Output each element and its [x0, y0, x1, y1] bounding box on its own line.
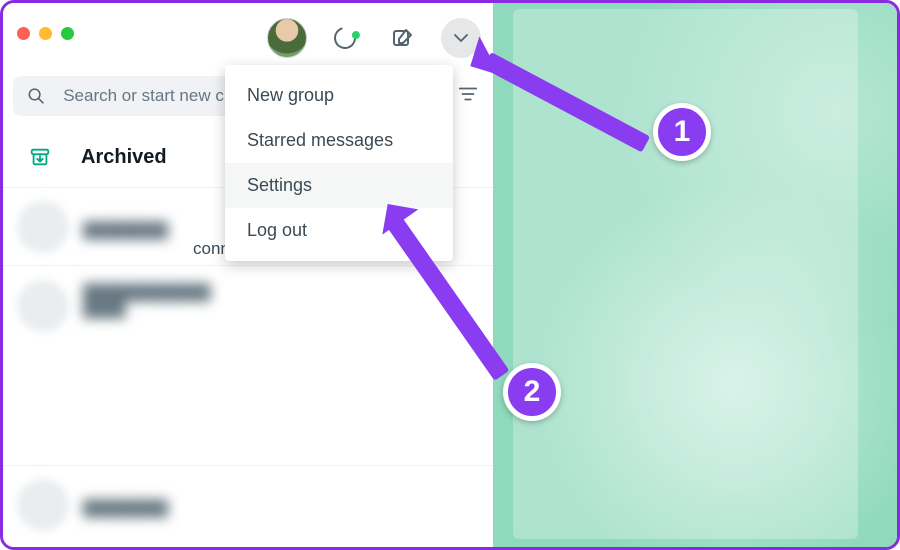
chat-avatar — [17, 280, 69, 332]
chat-blur-overlay — [513, 9, 858, 539]
archived-icon — [29, 146, 51, 168]
chat-list-item[interactable]: ████████████████ — [3, 265, 493, 465]
search-icon — [27, 86, 45, 106]
menu-item-new-group[interactable]: New group — [225, 73, 453, 118]
chat-list-item[interactable]: ████████ — [3, 465, 493, 543]
archived-label: Archived — [81, 146, 167, 169]
filter-button[interactable] — [457, 83, 481, 110]
status-button[interactable] — [325, 18, 365, 58]
status-online-dot — [350, 30, 361, 41]
chat-preview: ████████ — [83, 492, 493, 517]
menu-item-starred-messages[interactable]: Starred messages — [225, 118, 453, 163]
menu-item-settings[interactable]: Settings — [225, 163, 453, 208]
chat-avatar — [17, 479, 69, 531]
new-chat-button[interactable] — [383, 18, 423, 58]
status-ring-icon — [330, 23, 360, 53]
annotation-badge-1: 1 — [653, 103, 711, 161]
app-window: Archived ████████ ████████████████ █████… — [0, 0, 900, 550]
filter-icon — [457, 83, 479, 105]
profile-avatar[interactable] — [267, 18, 307, 58]
sidebar-header — [3, 11, 493, 65]
header-dropdown-menu: New group Starred messages Settings Log … — [225, 65, 453, 261]
chat-avatar — [17, 201, 69, 253]
annotation-badge-2: 2 — [503, 363, 561, 421]
compose-icon — [391, 26, 415, 50]
